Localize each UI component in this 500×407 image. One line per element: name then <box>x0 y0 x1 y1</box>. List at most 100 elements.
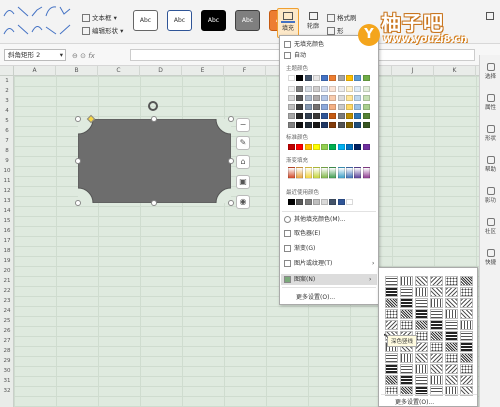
color-swatch[interactable] <box>337 104 345 110</box>
row-header[interactable]: 10 <box>0 166 14 176</box>
right-pane-item[interactable]: 属性 <box>480 94 500 111</box>
color-swatch[interactable] <box>337 144 345 150</box>
pattern-swatch[interactable] <box>415 276 428 286</box>
connector-icon[interactable] <box>59 4 71 18</box>
color-swatch[interactable] <box>329 95 337 101</box>
pattern-swatch[interactable] <box>430 364 443 374</box>
pattern-swatch[interactable] <box>430 331 443 341</box>
color-swatch[interactable] <box>337 75 345 81</box>
pattern-swatch[interactable] <box>445 375 458 385</box>
color-swatch[interactable] <box>321 144 329 150</box>
color-swatch[interactable] <box>329 167 337 179</box>
color-swatch[interactable] <box>312 122 320 128</box>
pattern-swatch[interactable] <box>460 375 473 385</box>
pattern-more-settings[interactable]: 更多设置(O)... <box>395 397 434 406</box>
color-swatch[interactable] <box>288 104 295 110</box>
resize-handle[interactable] <box>151 200 157 206</box>
color-swatch[interactable] <box>362 104 370 110</box>
right-pane-item[interactable]: 选择 <box>480 63 500 80</box>
row-header[interactable]: 9 <box>0 156 14 166</box>
resize-handle[interactable] <box>151 116 157 122</box>
resize-handle[interactable] <box>75 200 81 206</box>
bevel-rectangle-shape[interactable] <box>75 114 234 206</box>
pattern-swatch[interactable] <box>415 375 428 385</box>
color-swatch[interactable] <box>312 86 320 92</box>
pattern-swatch[interactable] <box>445 298 458 308</box>
connector-icon[interactable] <box>17 22 29 36</box>
right-pane-item[interactable]: 快捷 <box>480 249 500 266</box>
row-header[interactable]: 19 <box>0 256 14 266</box>
pattern-swatch[interactable] <box>445 364 458 374</box>
color-swatch[interactable] <box>346 199 354 205</box>
color-swatch[interactable] <box>362 144 370 150</box>
color-swatch[interactable] <box>288 122 295 128</box>
color-swatch[interactable] <box>354 144 362 150</box>
resize-handle[interactable] <box>228 200 234 206</box>
color-swatch[interactable] <box>354 113 362 119</box>
color-swatch[interactable] <box>296 86 304 92</box>
color-swatch[interactable] <box>337 122 345 128</box>
column-header[interactable]: J <box>392 66 434 76</box>
color-swatch[interactable] <box>304 144 312 150</box>
pattern-swatch[interactable] <box>400 287 413 297</box>
color-swatch[interactable] <box>312 199 320 205</box>
color-swatch[interactable] <box>288 199 295 205</box>
pattern-swatch[interactable] <box>445 320 458 330</box>
color-swatch[interactable] <box>346 167 354 179</box>
pattern-swatch[interactable] <box>430 320 443 330</box>
pattern-swatch[interactable] <box>445 309 458 319</box>
row-header[interactable]: 14 <box>0 206 14 216</box>
right-pane-item[interactable]: 社区 <box>480 218 500 235</box>
color-swatch[interactable] <box>296 144 304 150</box>
color-swatch[interactable] <box>304 199 312 205</box>
color-swatch[interactable] <box>321 122 329 128</box>
connector-icon[interactable] <box>31 4 43 18</box>
pattern-swatch[interactable] <box>385 309 398 319</box>
color-swatch[interactable] <box>312 167 320 179</box>
column-header[interactable]: C <box>98 66 140 76</box>
minus-icon[interactable]: − <box>236 118 250 132</box>
row-header[interactable]: 2 <box>0 86 14 96</box>
pattern-swatch[interactable] <box>460 353 473 363</box>
row-header[interactable]: 31 <box>0 376 14 386</box>
pattern-swatch[interactable] <box>430 342 443 352</box>
color-swatch[interactable] <box>288 144 295 150</box>
picture-texture-item[interactable]: 图片或纹理(T) › <box>284 258 374 269</box>
pattern-swatch[interactable] <box>385 364 398 374</box>
color-swatch[interactable] <box>321 167 329 179</box>
gradient-item[interactable]: 渐变(G) <box>284 243 315 254</box>
color-swatch[interactable] <box>329 144 337 150</box>
color-swatch[interactable] <box>354 104 362 110</box>
color-swatch[interactable] <box>362 113 370 119</box>
style-swatch[interactable]: Abc <box>235 10 260 31</box>
column-header[interactable]: F <box>224 66 266 76</box>
edit-shape-button[interactable]: 编辑形状 ▾ <box>82 25 123 35</box>
row-header[interactable]: 18 <box>0 246 14 256</box>
pattern-swatch[interactable] <box>460 331 473 341</box>
color-swatch[interactable] <box>296 199 304 205</box>
color-swatch[interactable] <box>304 167 312 179</box>
color-swatch[interactable] <box>288 113 295 119</box>
connector-icon[interactable] <box>3 4 15 18</box>
pattern-swatch[interactable] <box>445 353 458 363</box>
no-fill-item[interactable]: 无填充颜色 <box>284 39 324 50</box>
pattern-swatch[interactable] <box>400 364 413 374</box>
row-header[interactable]: 24 <box>0 306 14 316</box>
pattern-swatch[interactable] <box>460 342 473 352</box>
row-header[interactable]: 13 <box>0 196 14 206</box>
color-swatch[interactable] <box>288 167 295 179</box>
color-swatch[interactable] <box>329 113 337 119</box>
pattern-swatch[interactable] <box>445 342 458 352</box>
color-swatch[interactable] <box>337 167 345 179</box>
row-header[interactable]: 25 <box>0 316 14 326</box>
pattern-swatch[interactable] <box>430 298 443 308</box>
pattern-swatch[interactable] <box>460 298 473 308</box>
color-swatch[interactable] <box>354 95 362 101</box>
row-header[interactable]: 15 <box>0 216 14 226</box>
resize-handle[interactable] <box>228 158 234 164</box>
color-swatch[interactable] <box>329 199 337 205</box>
color-swatch[interactable] <box>321 86 329 92</box>
row-header[interactable]: 23 <box>0 296 14 306</box>
pattern-swatch[interactable] <box>400 375 413 385</box>
shape-effects-button[interactable]: 形 <box>327 25 344 35</box>
